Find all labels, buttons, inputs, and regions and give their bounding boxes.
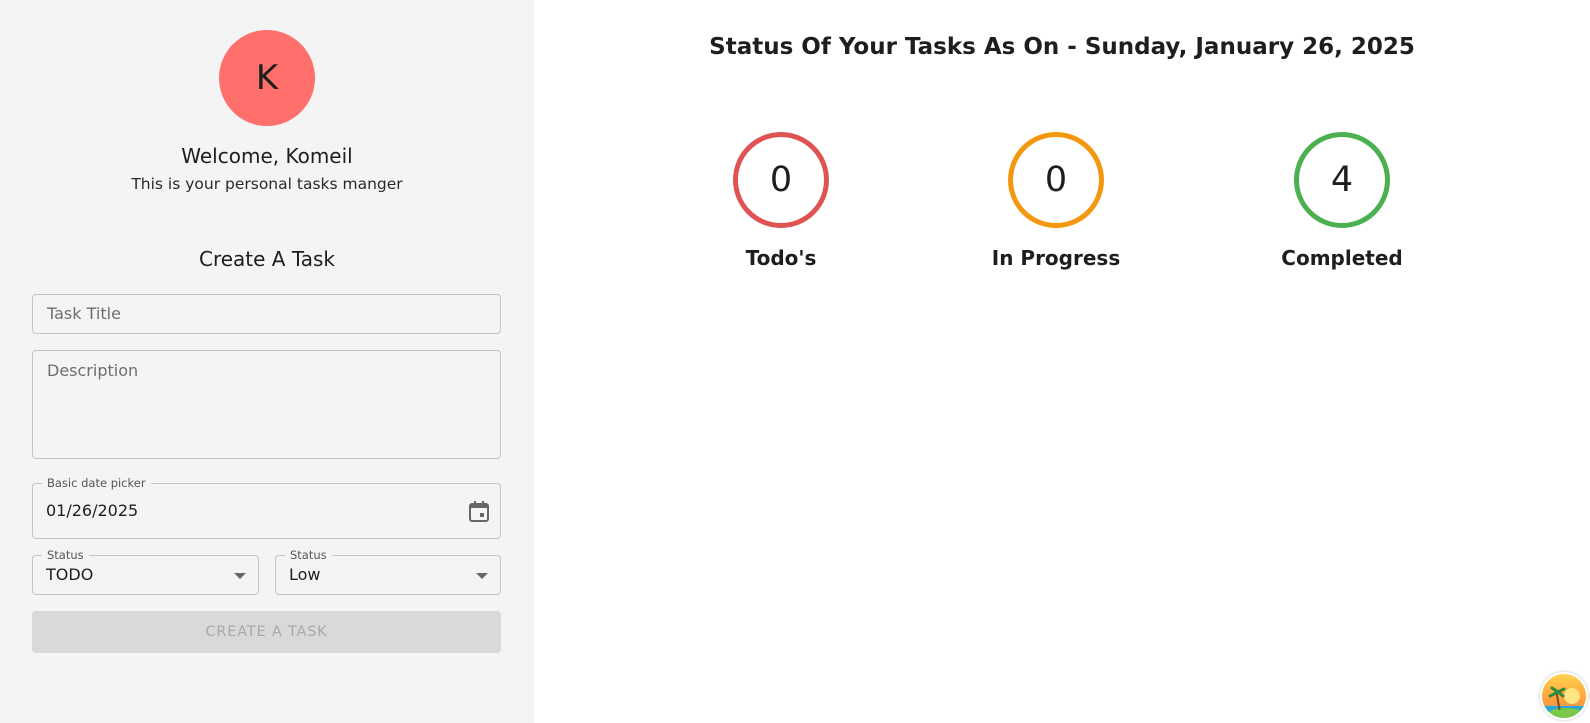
create-task-heading: Create A Task bbox=[198, 247, 335, 271]
priority-select-value: Low bbox=[289, 565, 321, 584]
completed-label: Completed bbox=[1281, 246, 1403, 270]
todo-stat: 0 Todo's bbox=[681, 132, 881, 270]
task-title-placeholder: Task Title bbox=[47, 304, 121, 323]
calendar-icon[interactable] bbox=[469, 500, 489, 522]
in-progress-count-ring: 0 bbox=[1008, 132, 1104, 228]
chevron-down-icon bbox=[476, 573, 488, 579]
sidebar: K Welcome, Komeil This is your personal … bbox=[0, 0, 534, 723]
description-placeholder: Description bbox=[47, 361, 139, 380]
date-picker-field[interactable]: Basic date picker 01/26/2025 bbox=[32, 476, 501, 539]
page-title: Status Of Your Tasks As On - Sunday, Jan… bbox=[709, 34, 1415, 60]
completed-stat: 4 Completed bbox=[1242, 132, 1442, 270]
beach-sunset-icon[interactable] bbox=[1540, 672, 1588, 720]
description-textarea[interactable]: Description bbox=[32, 350, 501, 459]
in-progress-stat: 0 In Progress bbox=[956, 132, 1156, 270]
welcome-heading: Welcome, Komeil bbox=[181, 144, 353, 168]
welcome-subtitle: This is your personal tasks manger bbox=[131, 175, 403, 193]
priority-select[interactable]: Status Low bbox=[275, 548, 501, 595]
todo-count-ring: 0 bbox=[733, 132, 829, 228]
completed-count: 4 bbox=[1330, 160, 1354, 200]
chevron-down-icon bbox=[234, 573, 246, 579]
in-progress-count: 0 bbox=[1044, 160, 1068, 200]
todo-count: 0 bbox=[769, 160, 793, 200]
status-select[interactable]: Status TODO bbox=[32, 548, 259, 595]
date-picker-value: 01/26/2025 bbox=[46, 501, 139, 520]
in-progress-label: In Progress bbox=[991, 246, 1121, 270]
avatar: K bbox=[219, 30, 315, 126]
priority-select-label: Status bbox=[285, 548, 332, 562]
create-task-button[interactable]: CREATE A TASK bbox=[32, 611, 501, 653]
status-select-label: Status bbox=[42, 548, 89, 562]
avatar-initial: K bbox=[255, 58, 279, 98]
status-select-value: TODO bbox=[46, 565, 94, 584]
date-picker-label: Basic date picker bbox=[42, 476, 151, 490]
task-title-input[interactable]: Task Title bbox=[32, 294, 501, 334]
completed-count-ring: 4 bbox=[1294, 132, 1390, 228]
todo-label: Todo's bbox=[745, 246, 817, 270]
